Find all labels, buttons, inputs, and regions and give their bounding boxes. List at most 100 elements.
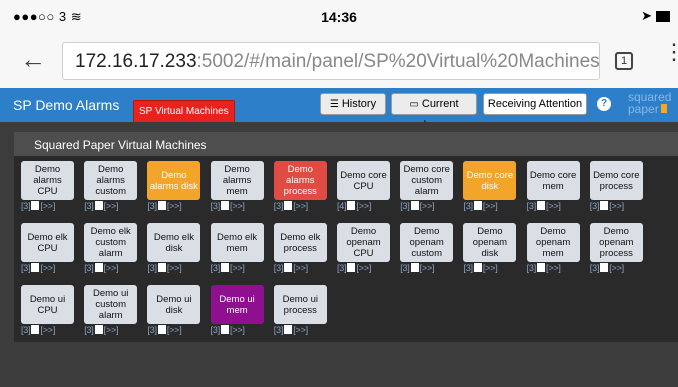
alarm-count[interactable]: [4] [337, 201, 347, 211]
alarm-tile-label[interactable]: Demo ui mem [210, 285, 264, 324]
forward-action[interactable]: [>>] [230, 325, 245, 335]
alarm-count[interactable]: [3] [527, 263, 537, 273]
alarm-tile-label[interactable]: Demo elk mem [210, 223, 264, 262]
alarm-tile[interactable]: Demo core custom alarm [3] [>>] [400, 161, 454, 213]
document-icon[interactable] [94, 325, 103, 334]
alarm-tile-label[interactable]: Demo elk CPU [21, 223, 74, 262]
alarm-tile[interactable]: Demo ui disk [3] [>>] [147, 285, 201, 337]
alarm-tile[interactable]: Demo elk custom alarm [3] [>>] [84, 223, 138, 275]
alarm-count[interactable]: [3] [84, 201, 94, 211]
alarm-count[interactable]: [3] [400, 201, 410, 211]
current-alarms-button[interactable]: ▭Current alarms [391, 93, 477, 131]
alarm-tile[interactable]: Demo ui CPU [3] [>>] [21, 285, 74, 337]
forward-action[interactable]: [>>] [230, 201, 245, 211]
forward-action[interactable]: [>>] [293, 201, 308, 211]
document-icon[interactable] [473, 263, 482, 272]
forward-action[interactable]: [>>] [104, 325, 119, 335]
forward-action[interactable]: [>>] [483, 263, 498, 273]
alarm-tile-label[interactable]: Demo core disk [463, 161, 517, 200]
alarm-count[interactable]: [3] [463, 263, 473, 273]
alarm-tile[interactable]: Demo alarms disk [3] [>>] [147, 161, 201, 213]
forward-action[interactable]: [>>] [420, 201, 435, 211]
document-icon[interactable] [221, 263, 230, 272]
alarm-tile[interactable]: Demo elk process [3] [>>] [273, 223, 327, 275]
alarm-count[interactable]: [3] [21, 325, 31, 335]
forward-action[interactable]: [>>] [293, 325, 308, 335]
alarm-tile-label[interactable]: Demo core mem [526, 161, 580, 200]
document-icon[interactable] [410, 201, 419, 210]
alarm-tile-label[interactable]: Demo openam disk [463, 223, 517, 262]
alarm-count[interactable]: [3] [463, 201, 473, 211]
alarm-tile[interactable]: Demo ui mem [3] [>>] [210, 285, 264, 337]
alarm-tile[interactable]: Demo alarms mem [3] [>>] [210, 161, 264, 213]
alarm-tile-label[interactable]: Demo alarms CPU [21, 161, 74, 200]
forward-action[interactable]: [>>] [483, 201, 498, 211]
document-icon[interactable] [31, 325, 40, 334]
document-icon[interactable] [347, 263, 356, 272]
document-icon[interactable] [410, 263, 419, 272]
document-icon[interactable] [284, 201, 293, 210]
forward-action[interactable]: [>>] [167, 201, 182, 211]
alarm-tile-label[interactable]: Demo openam CPU [337, 223, 390, 262]
back-arrow-icon[interactable]: ← [20, 46, 46, 72]
forward-action[interactable]: [>>] [167, 325, 182, 335]
alarm-tile-label[interactable]: Demo elk disk [147, 223, 201, 262]
forward-action[interactable]: [>>] [104, 263, 119, 273]
help-icon[interactable]: ? [597, 97, 611, 111]
document-icon[interactable] [473, 201, 482, 210]
forward-action[interactable]: [>>] [40, 201, 55, 211]
document-icon[interactable] [157, 263, 166, 272]
alarm-count[interactable]: [3] [590, 263, 600, 273]
document-icon[interactable] [600, 263, 609, 272]
alarm-tile[interactable]: Demo openam custom [3] [>>] [400, 223, 454, 275]
url-field[interactable]: 172.16.17.233:5002/#/main/panel/SP%20Vir… [62, 42, 600, 80]
document-icon[interactable] [157, 325, 166, 334]
alarm-count[interactable]: [3] [211, 325, 221, 335]
alarm-count[interactable]: [3] [527, 201, 537, 211]
document-icon[interactable] [221, 201, 230, 210]
alarm-count[interactable]: [3] [84, 325, 94, 335]
alarm-tile-label[interactable]: Demo core CPU [337, 161, 390, 200]
more-menu-icon[interactable]: ⋮ [663, 41, 678, 63]
forward-action[interactable]: [>>] [546, 201, 561, 211]
alarm-tile-label[interactable]: Demo core custom alarm [400, 161, 454, 200]
forward-action[interactable]: [>>] [40, 325, 55, 335]
document-icon[interactable] [284, 263, 293, 272]
forward-action[interactable]: [>>] [420, 263, 435, 273]
alarm-tile-label[interactable]: Demo ui disk [147, 285, 201, 324]
alarm-tile-label[interactable]: Demo openam custom [400, 223, 454, 262]
document-icon[interactable] [94, 201, 103, 210]
tab-count-button[interactable]: 1 [615, 52, 633, 70]
alarm-tile[interactable]: Demo ui process [3] [>>] [273, 285, 327, 337]
alarm-count[interactable]: [3] [590, 201, 600, 211]
alarm-tile-label[interactable]: Demo alarms disk [147, 161, 201, 200]
alarm-count[interactable]: [3] [400, 263, 410, 273]
forward-action[interactable]: [>>] [609, 263, 624, 273]
alarm-count[interactable]: [3] [21, 201, 31, 211]
alarm-count[interactable]: [3] [337, 263, 347, 273]
document-icon[interactable] [347, 201, 356, 210]
document-icon[interactable] [537, 201, 546, 210]
document-icon[interactable] [31, 201, 40, 210]
alarm-tile[interactable]: Demo alarms process [3] [>>] [273, 161, 327, 213]
alarm-tile-label[interactable]: Demo elk custom alarm [84, 223, 138, 262]
alarm-tile[interactable]: Demo elk disk [3] [>>] [147, 223, 201, 275]
alarm-tile-label[interactable]: Demo alarms process [273, 161, 327, 200]
alarm-count[interactable]: [3] [211, 263, 221, 273]
alarm-tile[interactable]: Demo core process [3] [>>] [589, 161, 643, 213]
alarm-count[interactable]: [3] [274, 263, 284, 273]
document-icon[interactable] [31, 263, 40, 272]
forward-action[interactable]: [>>] [356, 263, 371, 273]
alarm-count[interactable]: [3] [147, 263, 157, 273]
alarm-count[interactable]: [3] [211, 201, 221, 211]
document-icon[interactable] [284, 325, 293, 334]
forward-action[interactable]: [>>] [293, 263, 308, 273]
alarm-tile-label[interactable]: Demo openam process [589, 223, 643, 262]
forward-action[interactable]: [>>] [167, 263, 182, 273]
forward-action[interactable]: [>>] [609, 201, 624, 211]
history-button[interactable]: ☰ History [320, 93, 386, 115]
alarm-count[interactable]: [3] [147, 325, 157, 335]
document-icon[interactable] [94, 263, 103, 272]
document-icon[interactable] [600, 201, 609, 210]
alarm-count[interactable]: [3] [21, 263, 31, 273]
